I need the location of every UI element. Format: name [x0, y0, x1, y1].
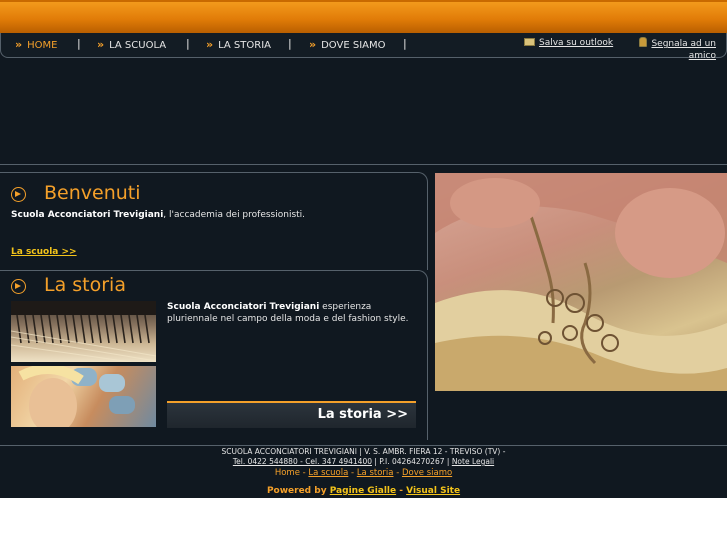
- footer-dove-siamo-link[interactable]: Dove siamo: [402, 468, 452, 478]
- comb-photo: [11, 301, 156, 362]
- footer-home-link[interactable]: Home: [275, 468, 300, 478]
- share-friend-link[interactable]: Segnala ad un amico: [636, 37, 716, 62]
- nav-separator: |: [403, 37, 407, 50]
- school-name: Scuola Acconciatori Trevigiani: [167, 302, 320, 312]
- school-name: Scuola Acconciatori Trevigiani: [11, 210, 164, 220]
- divider: [0, 164, 727, 165]
- visual-site-link[interactable]: Visual Site: [406, 486, 460, 496]
- chevron-icon: »: [97, 38, 105, 51]
- vat-number: | P.I. 04264270267 |: [372, 457, 452, 466]
- chevron-icon: »: [15, 38, 23, 51]
- nav-label: HOME: [27, 40, 58, 51]
- save-outlook-label: Salva su outlook: [539, 38, 614, 48]
- welcome-text: Scuola Acconciatori Trevigiani, l'accade…: [11, 209, 411, 221]
- storia-text: Scuola Acconciatori Trevigiani esperienz…: [167, 301, 419, 325]
- welcome-panel: Benvenuti Scuola Acconciatori Trevigiani…: [0, 172, 428, 270]
- arrow-circle-icon: [11, 279, 26, 294]
- nav-item-la-scuola[interactable]: » LA SCUOLA: [97, 38, 166, 51]
- nav-separator: |: [77, 37, 81, 50]
- la-storia-button[interactable]: La storia >>: [167, 401, 416, 428]
- chevron-icon: »: [206, 38, 214, 51]
- nav-item-home[interactable]: » HOME: [15, 38, 57, 51]
- footer-address: SCUOLA ACCONCIATORI TREVIGIANI | V. S. A…: [221, 447, 506, 456]
- powered-by: Powered by Pagine Gialle - Visual Site: [266, 486, 461, 496]
- la-scuola-link[interactable]: La scuola >>: [11, 247, 77, 257]
- share-friend-label: Segnala ad un amico: [651, 39, 716, 61]
- nav-item-la-storia[interactable]: » LA STORIA: [206, 38, 271, 51]
- welcome-title: Benvenuti: [44, 182, 141, 204]
- welcome-text-rest: , l'accademia dei professionisti.: [163, 210, 306, 220]
- nav-label: LA STORIA: [218, 40, 271, 51]
- nav-label: DOVE SIAMO: [321, 40, 386, 51]
- storia-title: La storia: [44, 274, 126, 296]
- save-outlook-link[interactable]: Salva su outlook: [524, 37, 613, 49]
- legal-notes-link[interactable]: Note Legali: [452, 457, 494, 466]
- hair-braiding-photo: [435, 173, 727, 391]
- footer-contacts: Tel. 0422 544880 - Cel. 347 4941400 | P.…: [0, 457, 727, 466]
- la-storia-button-label: La storia >>: [317, 407, 408, 422]
- footer-nav: Home - La scuola - La storia - Dove siam…: [274, 468, 453, 478]
- pagine-gialle-link[interactable]: Pagine Gialle: [330, 486, 396, 496]
- chevron-icon: »: [309, 38, 317, 51]
- rollers-photo: [11, 366, 156, 427]
- footer-divider: [0, 445, 727, 446]
- main-nav: » HOME | » LA SCUOLA | » LA STORIA | » DOVE …: [0, 33, 727, 61]
- person-icon: [639, 37, 648, 47]
- nav-label: LA SCUOLA: [109, 40, 167, 51]
- page-frame: » HOME | » LA SCUOLA | » LA STORIA | » DOVE …: [0, 0, 727, 498]
- nav-item-dove-siamo[interactable]: » DOVE SIAMO: [309, 38, 385, 51]
- powered-by-label: Powered by: [266, 486, 327, 496]
- nav-separator: |: [288, 37, 292, 50]
- footer-la-storia-link[interactable]: La storia: [357, 468, 394, 478]
- vcard-icon: [524, 38, 535, 46]
- arrow-circle-icon: [11, 187, 26, 202]
- header-banner: [0, 0, 727, 33]
- footer-la-scuola-link[interactable]: La scuola: [308, 468, 348, 478]
- phone-link[interactable]: Tel. 0422 544880 - Cel. 347 4941400: [233, 457, 372, 466]
- nav-separator: |: [186, 37, 190, 50]
